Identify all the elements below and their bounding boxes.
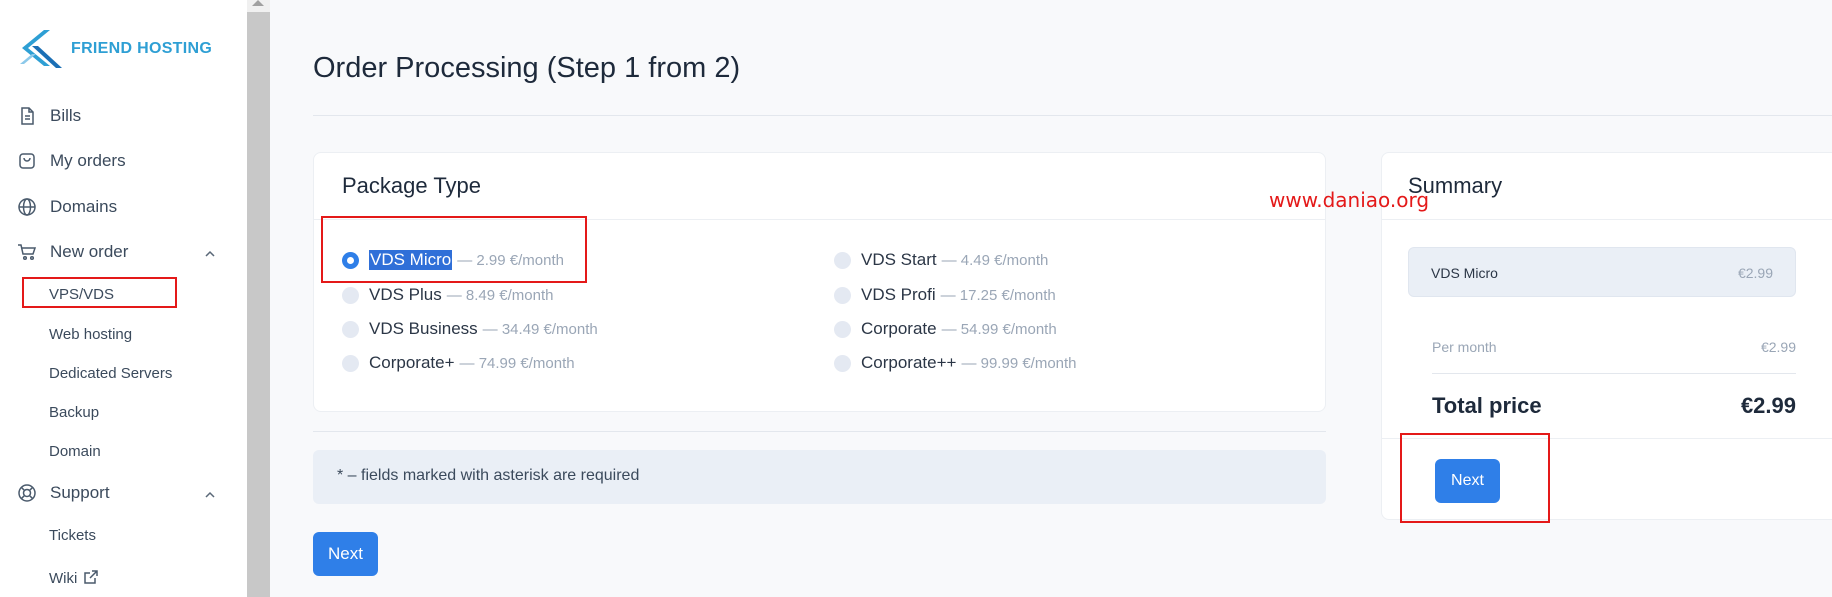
sidebar-item-label: Domains bbox=[50, 197, 118, 216]
bag-icon bbox=[17, 151, 37, 171]
package-name: VDS Business bbox=[369, 319, 478, 338]
annotation-box-summary-next bbox=[1400, 433, 1550, 523]
brand-name: FRIEND HOSTING bbox=[71, 40, 213, 57]
package-price: — 4.49 €/month bbox=[941, 251, 1049, 269]
sidebar-item-domains[interactable]: Domains bbox=[17, 197, 117, 217]
scrollbar-thumb[interactable] bbox=[247, 12, 270, 597]
package-price: — 99.99 €/month bbox=[961, 354, 1077, 372]
per-month-label: Per month bbox=[1432, 339, 1497, 355]
sidebar-sub-item-label: Wiki bbox=[49, 570, 78, 587]
sidebar-sub-item-tickets[interactable]: Tickets bbox=[49, 527, 96, 544]
divider bbox=[313, 431, 1326, 432]
sidebar-item-label: Bills bbox=[50, 106, 82, 125]
required-fields-note: * – fields marked with asterisk are requ… bbox=[313, 450, 1326, 504]
annotation-box-vps-vds bbox=[22, 277, 177, 308]
scroll-up-arrow-icon[interactable] bbox=[252, 0, 264, 6]
lifebuoy-icon bbox=[17, 483, 37, 503]
package-name: Corporate bbox=[861, 319, 937, 338]
sidebar-sub-item-wiki[interactable]: Wiki bbox=[49, 569, 99, 587]
package-price: — 34.49 €/month bbox=[482, 320, 598, 338]
page-title: Order Processing (Step 1 from 2) bbox=[313, 52, 741, 84]
logo-icon bbox=[20, 30, 62, 68]
annotation-box-vds-micro bbox=[321, 216, 587, 283]
sidebar-item-label: Support bbox=[50, 483, 110, 502]
sidebar-item-label: New order bbox=[50, 242, 129, 261]
package-price: — 8.49 €/month bbox=[446, 286, 554, 304]
sidebar-sub-item-web-hosting[interactable]: Web hosting bbox=[49, 326, 132, 343]
summary-item: VDS Micro €2.99 bbox=[1408, 247, 1796, 297]
package-option-vds-profi[interactable]: VDS Profi — 17.25 €/month bbox=[834, 285, 1056, 305]
divider bbox=[1432, 373, 1796, 374]
package-option-corporate[interactable]: Corporate — 54.99 €/month bbox=[834, 319, 1057, 339]
per-month-row: Per month €2.99 bbox=[1432, 339, 1796, 355]
document-icon bbox=[17, 106, 37, 126]
cart-icon bbox=[17, 242, 37, 262]
sidebar-sub-item-backup[interactable]: Backup bbox=[49, 404, 99, 421]
package-price: — 74.99 €/month bbox=[459, 354, 575, 372]
sidebar-sub-item-dedicated-servers[interactable]: Dedicated Servers bbox=[49, 365, 172, 382]
radio-button[interactable] bbox=[834, 354, 851, 372]
sidebar-item-support[interactable]: Support bbox=[17, 483, 110, 503]
package-name: VDS Profi bbox=[861, 285, 936, 304]
radio-button[interactable] bbox=[342, 286, 359, 304]
divider bbox=[313, 115, 1832, 116]
summary-item-price: €2.99 bbox=[1737, 265, 1773, 281]
external-link-icon bbox=[84, 570, 99, 584]
package-option-vds-start[interactable]: VDS Start — 4.49 €/month bbox=[834, 250, 1048, 270]
sidebar-item-my-orders[interactable]: My orders bbox=[17, 151, 126, 171]
chevron-up-icon[interactable] bbox=[203, 247, 217, 261]
watermark-text: www.daniao.org bbox=[1269, 188, 1430, 212]
package-option-vds-plus[interactable]: VDS Plus — 8.49 €/month bbox=[342, 285, 553, 305]
summary-item-name: VDS Micro bbox=[1431, 265, 1498, 281]
package-price: — 54.99 €/month bbox=[941, 320, 1057, 338]
package-name: VDS Plus bbox=[369, 285, 442, 304]
sidebar-item-bills[interactable]: Bills bbox=[17, 106, 81, 126]
total-value: €2.99 bbox=[1740, 393, 1796, 418]
radio-button[interactable] bbox=[834, 251, 851, 269]
card-title: Package Type bbox=[342, 173, 482, 198]
logo[interactable]: FRIEND HOSTING bbox=[18, 26, 212, 72]
radio-button[interactable] bbox=[342, 354, 359, 372]
package-name: Corporate++ bbox=[861, 353, 957, 372]
radio-button[interactable] bbox=[834, 320, 851, 338]
package-option-corporate-plus[interactable]: Corporate+ — 74.99 €/month bbox=[342, 353, 575, 373]
package-name: Corporate+ bbox=[369, 353, 455, 372]
package-option-vds-business[interactable]: VDS Business — 34.49 €/month bbox=[342, 319, 598, 339]
radio-button[interactable] bbox=[834, 286, 851, 304]
package-price: — 17.25 €/month bbox=[940, 286, 1056, 304]
total-label: Total price bbox=[1432, 393, 1542, 418]
sidebar-item-new-order[interactable]: New order bbox=[17, 242, 128, 262]
divider bbox=[1382, 219, 1832, 220]
chevron-up-icon[interactable] bbox=[203, 488, 217, 502]
package-option-corporate-plus-plus[interactable]: Corporate++ — 99.99 €/month bbox=[834, 353, 1077, 373]
per-month-value: €2.99 bbox=[1760, 339, 1796, 355]
package-name: VDS Start bbox=[861, 250, 937, 269]
radio-button[interactable] bbox=[342, 320, 359, 338]
sidebar-item-label: My orders bbox=[50, 151, 126, 170]
next-button[interactable]: Next bbox=[313, 532, 378, 576]
globe-icon bbox=[17, 197, 37, 217]
sidebar-sub-item-domain[interactable]: Domain bbox=[49, 443, 101, 460]
total-row: Total price €2.99 bbox=[1432, 393, 1796, 419]
